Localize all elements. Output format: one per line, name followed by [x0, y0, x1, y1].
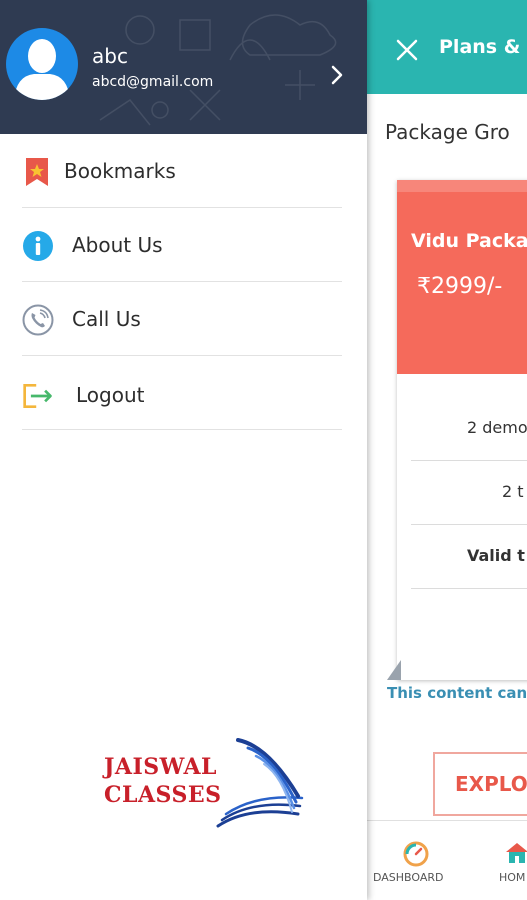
- user-name: abc: [92, 44, 128, 68]
- drawer-header[interactable]: abc abcd@gmail.com: [0, 0, 367, 134]
- package-feature: Valid t: [467, 546, 525, 565]
- user-email: abcd@gmail.com: [92, 74, 214, 90]
- menu-item-about-us[interactable]: About Us: [22, 208, 342, 282]
- divider: [411, 460, 527, 461]
- dashboard-icon: [403, 841, 429, 867]
- menu-item-call-us[interactable]: Call Us: [22, 282, 342, 356]
- bookmark-icon: [26, 158, 48, 186]
- user-silhouette-icon: [14, 39, 70, 100]
- phone-icon: [22, 304, 54, 336]
- logo-text-line1: JAISWAL: [104, 754, 217, 780]
- logo-text-line2: CLASSES: [104, 782, 222, 808]
- card-corner-fold: [387, 660, 401, 680]
- chevron-right-icon[interactable]: [330, 64, 344, 86]
- open-book-icon: [216, 738, 304, 828]
- package-card[interactable]: Vidu Packag ₹2999/- 2 demo 2 t Valid t: [397, 180, 527, 680]
- package-price: ₹2999/-: [417, 274, 503, 299]
- divider: [411, 524, 527, 525]
- home-icon: [506, 843, 527, 863]
- card-top-strip: [397, 180, 527, 192]
- menu-item-bookmarks[interactable]: Bookmarks: [22, 134, 342, 208]
- avatar[interactable]: [6, 28, 78, 100]
- background-app-screen: Plans & F Package Gro Vidu Packag ₹2999/…: [367, 0, 527, 900]
- divider: [411, 588, 527, 589]
- info-icon: [23, 231, 53, 261]
- nav-dashboard[interactable]: DASHBOARD: [373, 821, 459, 900]
- logout-icon: [23, 384, 52, 408]
- app-header: Plans & F: [367, 0, 527, 94]
- menu-label: Logout: [76, 383, 145, 407]
- navigation-drawer: abc abcd@gmail.com Bookmarks About Us Ca…: [0, 0, 367, 900]
- app-header-title: Plans & F: [439, 36, 527, 58]
- package-feature: 2 demo: [467, 418, 527, 437]
- nav-dashboard-label: DASHBOARD: [373, 871, 444, 884]
- menu-label: Call Us: [72, 307, 141, 331]
- package-name: Vidu Packag: [411, 230, 527, 252]
- explore-button[interactable]: EXPLOR: [433, 752, 527, 816]
- content-note: This content can: [387, 684, 527, 702]
- package-feature: 2 t: [502, 482, 524, 501]
- menu-label: About Us: [72, 233, 163, 257]
- close-icon[interactable]: [395, 38, 419, 62]
- nav-home[interactable]: HOM: [487, 821, 527, 900]
- bottom-navigation: DASHBOARD HOM: [367, 820, 527, 900]
- card-header: Vidu Packag ₹2999/-: [397, 192, 527, 374]
- menu-label: Bookmarks: [64, 159, 176, 183]
- jaiswal-classes-logo: JAISWAL CLASSES: [100, 730, 310, 830]
- menu-item-logout[interactable]: Logout: [22, 356, 342, 430]
- section-title: Package Gro: [385, 120, 510, 144]
- nav-home-label: HOM: [499, 871, 526, 884]
